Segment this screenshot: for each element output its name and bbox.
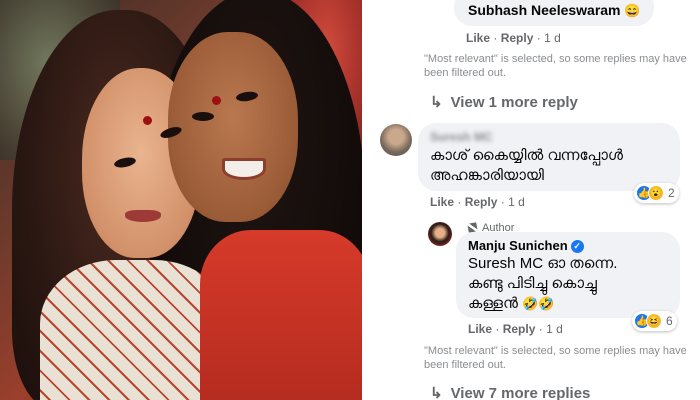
- reaction-count: 2: [668, 186, 675, 200]
- comment-bubble[interactable]: Suresh MC കാശ് കൈയ്യിൽ വന്നപ്പോൾ അഹങ്കാര…: [418, 123, 680, 191]
- comment-bubble[interactable]: Subhash Neeleswaram 😄: [454, 0, 654, 26]
- photo-lips: [125, 210, 161, 222]
- reply-arrow-icon: ↳: [430, 385, 443, 400]
- like-button[interactable]: Like: [430, 195, 454, 209]
- photo-face-right: [168, 32, 298, 222]
- verified-badge-icon: ✓: [570, 240, 584, 253]
- comment-text-line: കണ്ടു പിടിച്ചു കൊച്ചു: [468, 275, 597, 292]
- comment-timestamp[interactable]: 1 d: [546, 322, 563, 336]
- view-more-replies-link[interactable]: ↳ View 1 more reply: [430, 93, 578, 111]
- smile-emoji: 😄: [624, 3, 641, 18]
- reaction-summary[interactable]: 👍 😮 2: [634, 183, 679, 203]
- haha-reaction-icon: 😆: [646, 313, 662, 329]
- photo-smile: [222, 158, 266, 180]
- reply-button[interactable]: Reply: [503, 322, 536, 336]
- reply-arrow-icon: ↳: [430, 94, 443, 111]
- comment-author-name[interactable]: Suresh MC: [430, 130, 493, 144]
- like-button[interactable]: Like: [468, 322, 492, 336]
- wow-reaction-icon: 😮: [648, 185, 664, 201]
- reply-button[interactable]: Reply: [501, 31, 534, 45]
- avatar[interactable]: [380, 124, 412, 156]
- bindi-right: [212, 96, 221, 105]
- comment-timestamp[interactable]: 1 d: [508, 195, 525, 209]
- view-more-replies-link[interactable]: ↳ View 7 more replies: [430, 384, 590, 400]
- filter-notice: "Most relevant" is selected, so some rep…: [424, 345, 687, 371]
- mention-link[interactable]: Subhash Neeleswaram: [468, 2, 621, 18]
- post-photo[interactable]: [0, 0, 362, 400]
- comment-actions: Like · Reply · 1 d: [466, 31, 561, 45]
- comments-panel: Subhash Neeleswaram 😄 Like · Reply · 1 d…: [362, 0, 700, 400]
- comment-timestamp[interactable]: 1 d: [544, 31, 561, 45]
- comment-text-line: അഹങ്കാരിയായി: [430, 167, 544, 184]
- avatar[interactable]: [428, 222, 452, 246]
- comment-text-line: Suresh MC ഓ തന്നെ.: [468, 255, 618, 272]
- comment-author-name[interactable]: Manju Sunichen ✓: [468, 238, 584, 253]
- laughing-emoji: 🤣🤣: [522, 296, 555, 311]
- like-button[interactable]: Like: [466, 31, 490, 45]
- reaction-count: 6: [666, 314, 673, 328]
- comment-bubble[interactable]: Manju Sunichen ✓ Suresh MC ഓ തന്നെ. കണ്ടു…: [456, 232, 680, 318]
- reply-button[interactable]: Reply: [465, 195, 498, 209]
- bindi-left: [143, 116, 152, 125]
- comment-text-line: കള്ളൻ 🤣🤣: [468, 295, 555, 312]
- eye: [192, 112, 214, 121]
- comment-actions: Like · Reply · 1 d: [468, 322, 563, 336]
- comment-actions: Like · Reply · 1 d: [430, 195, 525, 209]
- comment-text-line: കാശ് കൈയ്യിൽ വന്നപ്പോൾ: [430, 147, 623, 164]
- reaction-summary[interactable]: 👍 😆 6: [632, 311, 677, 331]
- filter-notice: "Most relevant" is selected, so some rep…: [424, 53, 687, 79]
- photo-red-top: [200, 230, 362, 400]
